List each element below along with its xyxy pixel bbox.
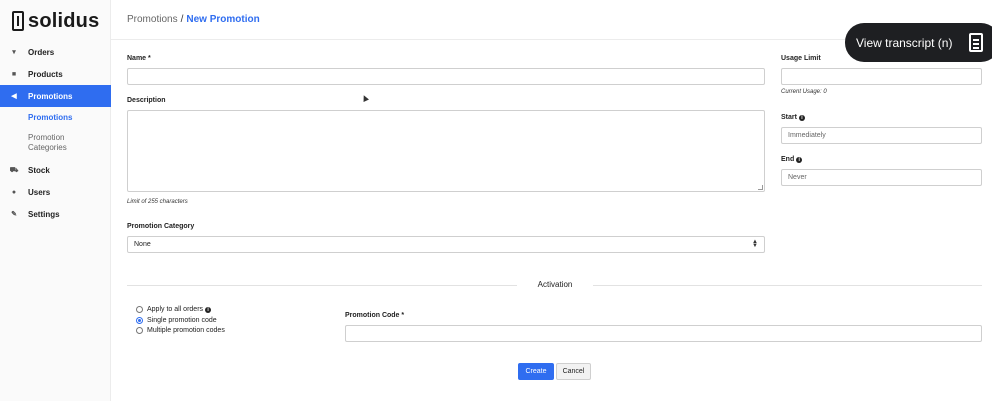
name-input[interactable] bbox=[127, 68, 765, 85]
sidebar-item-stock[interactable]: ⛟ Stock bbox=[0, 159, 111, 181]
end-label-text: End bbox=[781, 156, 795, 163]
cancel-button[interactable]: Cancel bbox=[556, 363, 591, 380]
section-divider-left bbox=[127, 285, 517, 286]
promotion-category-value: None bbox=[134, 241, 151, 248]
description-label: Description bbox=[127, 97, 166, 104]
activation-title: Activation bbox=[520, 280, 590, 289]
current-usage-hint: Current Usage: 0 bbox=[781, 89, 827, 95]
sidebar-item-products[interactable]: ■ Products bbox=[0, 63, 111, 85]
truck-icon: ⛟ bbox=[9, 166, 19, 174]
cart-icon: ▾ bbox=[12, 49, 16, 56]
start-label: Start i bbox=[781, 114, 805, 121]
apply-all-orders-radio[interactable] bbox=[136, 306, 143, 313]
sidebar-item-settings[interactable]: ✎ Settings bbox=[0, 203, 111, 225]
single-code-label: Single promotion code bbox=[147, 317, 217, 324]
sidebar-subitem-promotions[interactable]: Promotions bbox=[0, 107, 111, 129]
page-title: New Promotion bbox=[186, 14, 260, 25]
view-transcript-button[interactable]: View transcript (n) bbox=[845, 23, 992, 62]
info-icon[interactable]: i bbox=[796, 157, 803, 163]
user-icon: ● bbox=[11, 188, 17, 196]
sidebar: solidus ▾ Orders ■ Products ◀ Promotions… bbox=[0, 0, 111, 401]
create-button[interactable]: Create bbox=[518, 363, 554, 380]
multiple-codes-radio[interactable] bbox=[136, 327, 143, 334]
sidebar-subitem-promotion-categories[interactable]: Promotion Categories bbox=[0, 133, 92, 153]
view-transcript-label: View transcript (n) bbox=[856, 35, 953, 50]
sidebar-item-label: Stock bbox=[28, 165, 50, 175]
megaphone-icon: ◀ bbox=[11, 93, 17, 100]
solidus-logo-icon bbox=[12, 11, 24, 31]
info-icon[interactable]: i bbox=[205, 306, 212, 313]
promotion-code-input[interactable] bbox=[345, 325, 982, 342]
start-date-input[interactable]: Immediately bbox=[781, 127, 982, 144]
logo[interactable]: solidus bbox=[12, 9, 99, 33]
info-icon[interactable]: i bbox=[798, 115, 805, 121]
single-code-radio[interactable] bbox=[136, 317, 143, 324]
section-divider-right bbox=[593, 285, 982, 286]
logo-text: solidus bbox=[28, 9, 100, 32]
multiple-codes-option[interactable]: Multiple promotion codes bbox=[136, 327, 225, 334]
usage-limit-label: Usage Limit bbox=[781, 55, 821, 62]
mouse-cursor-icon bbox=[361, 94, 369, 102]
description-hint: Limit of 255 characters bbox=[127, 199, 188, 205]
promotion-category-select[interactable]: None ▲ ▼ bbox=[127, 236, 765, 253]
promotion-code-label: Promotion Code * bbox=[345, 312, 405, 319]
sidebar-item-label: Products bbox=[28, 69, 63, 79]
resize-handle-icon[interactable] bbox=[758, 185, 763, 190]
select-arrows-icon: ▲ ▼ bbox=[752, 239, 758, 249]
transcript-icon bbox=[969, 33, 983, 52]
sidebar-item-label: Settings bbox=[28, 209, 60, 219]
sidebar-item-promotions[interactable]: ◀ Promotions bbox=[0, 85, 111, 107]
usage-limit-input[interactable] bbox=[781, 68, 982, 85]
wrench-icon: ✎ bbox=[11, 211, 17, 218]
breadcrumb-separator: / bbox=[180, 14, 184, 25]
sidebar-item-label: Promotions bbox=[28, 91, 73, 101]
name-label: Name * bbox=[127, 55, 151, 62]
grid-icon: ■ bbox=[11, 70, 17, 78]
sidebar-item-users[interactable]: ● Users bbox=[0, 181, 111, 203]
breadcrumb: Promotions / New Promotion bbox=[127, 14, 260, 25]
start-label-text: Start bbox=[781, 114, 797, 121]
sidebar-nav: ▾ Orders ■ Products ◀ Promotions Promoti… bbox=[0, 41, 111, 225]
end-date-input[interactable]: Never bbox=[781, 169, 982, 186]
apply-all-orders-label: Apply to all orders bbox=[147, 306, 204, 313]
sidebar-item-label: Users bbox=[28, 187, 51, 197]
sidebar-item-label: Orders bbox=[28, 47, 55, 57]
multiple-codes-label: Multiple promotion codes bbox=[147, 327, 225, 334]
apply-all-orders-option[interactable]: Apply to all orders i bbox=[136, 306, 212, 313]
end-label: End i bbox=[781, 156, 803, 163]
breadcrumb-parent-link[interactable]: Promotions bbox=[127, 14, 178, 25]
single-code-option[interactable]: Single promotion code bbox=[136, 317, 217, 324]
sidebar-item-orders[interactable]: ▾ Orders bbox=[0, 41, 111, 63]
promotion-category-label: Promotion Category bbox=[127, 223, 195, 230]
description-textarea[interactable] bbox=[127, 110, 765, 192]
